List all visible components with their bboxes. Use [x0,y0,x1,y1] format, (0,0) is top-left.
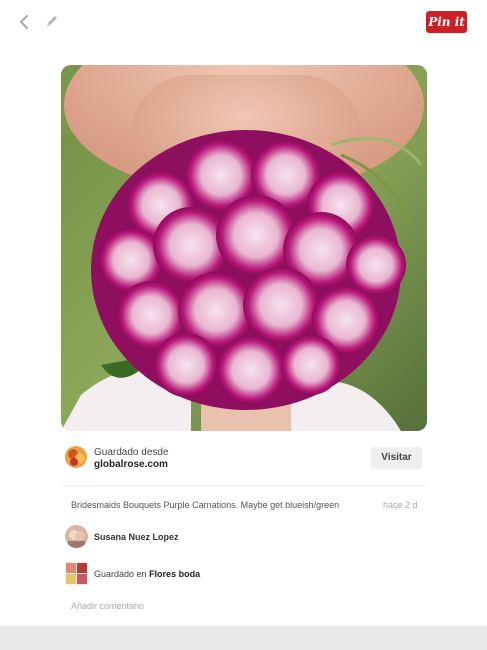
source-avatar[interactable] [65,446,87,468]
board-label: Guardado en Flores boda [94,569,200,579]
top-toolbar: Pin it [0,0,487,44]
pin-image[interactable] [61,65,427,431]
source-prefix: Guardado desde [94,447,169,458]
flowers-thumbnail-icon [65,446,87,468]
add-comment-input[interactable]: Añadir comentario [71,601,144,611]
pencil-icon [47,16,57,27]
edit-button[interactable] [44,13,60,31]
pin-it-button[interactable]: Pin it [426,11,467,33]
user-photo-icon [65,525,88,548]
pin-source: Guardado desde globalrose.com Visitar [61,444,427,478]
back-button[interactable] [16,12,34,32]
pin-timestamp: hace 2 d [383,500,418,510]
board-prefix: Guardado en [94,569,147,579]
board-thumbnail[interactable] [65,562,88,585]
pin-description: Bridesmaids Bouquets Purple Carnations. … [71,500,340,510]
pinner-name[interactable]: Susana Nuez Lopez [94,532,179,542]
board-name[interactable]: Flores boda [149,569,200,579]
visit-button[interactable]: Visitar [371,447,422,469]
bottom-bar [0,626,487,650]
avatar[interactable] [65,525,88,548]
source-domain[interactable]: globalrose.com [94,459,168,470]
back-chevron-icon [20,15,28,29]
divider [61,485,427,486]
board-collage-icon [65,562,88,585]
bouquet-photo [61,65,427,431]
